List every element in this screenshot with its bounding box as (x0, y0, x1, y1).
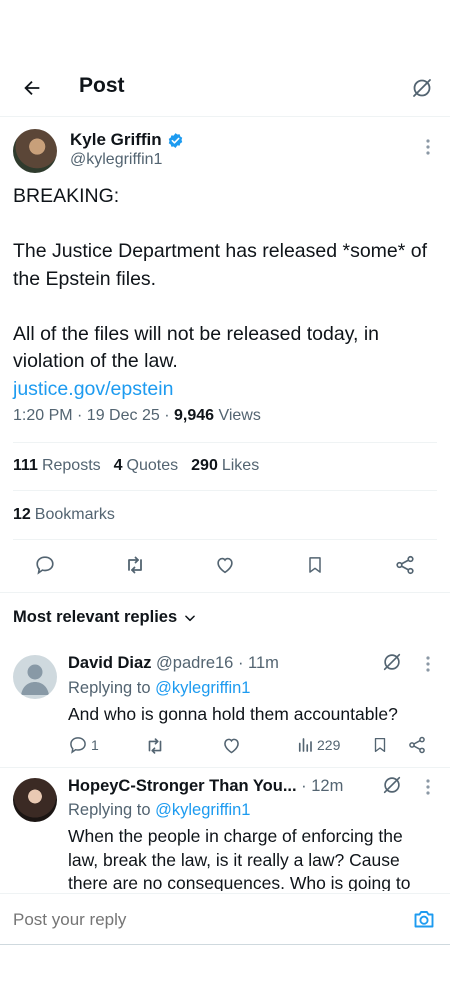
reply-repost-button[interactable] (144, 735, 166, 757)
back-arrow-icon[interactable] (16, 72, 48, 104)
page-title: Post (79, 74, 125, 97)
reply-avatar[interactable] (13, 778, 57, 822)
bookmark-icon (374, 737, 386, 753)
divider (0, 592, 450, 593)
reply-views-count: 229 (317, 737, 341, 753)
reply-reply-button[interactable]: 1 (68, 735, 99, 755)
reply-count: 1 (91, 737, 99, 753)
reply-text: And who is gonna hold them accountable? (68, 704, 398, 724)
camera-icon[interactable] (412, 907, 436, 931)
divider (0, 116, 450, 117)
chevron-down-icon (185, 614, 195, 621)
author-handle[interactable]: @kylegriffin1 (70, 151, 162, 169)
reply-input[interactable] (13, 910, 373, 930)
share-icon[interactable] (392, 552, 418, 578)
reply-views-button[interactable]: 229 (296, 736, 340, 754)
divider (13, 490, 437, 491)
post-actions (0, 552, 450, 580)
author-name[interactable]: Kyle Griffin (70, 130, 184, 150)
reply-author[interactable]: HopeyC-Stronger Than You... · 12m (68, 777, 343, 796)
divider (13, 442, 437, 443)
grok-icon[interactable] (406, 72, 438, 104)
post-line: All of the files will not be released to… (13, 322, 380, 373)
replies-section-title: Most relevant replies (13, 608, 178, 626)
reply-composer (0, 893, 450, 945)
repost-icon[interactable] (122, 552, 148, 578)
share-icon (409, 736, 425, 754)
bookmark-icon[interactable] (302, 552, 328, 578)
post-body: BREAKING: The Justice Department has rel… (13, 183, 433, 403)
author-name-text: Kyle Griffin (70, 130, 162, 149)
reply-timestamp: · 11m (233, 654, 279, 672)
reply-bookmark-button[interactable] (371, 735, 389, 755)
replying-to-handle[interactable]: @kylegriffin1 (155, 679, 250, 697)
post-line: The Justice Department has released *som… (13, 240, 428, 290)
reply-share-button[interactable] (407, 735, 427, 755)
post-line-gap (13, 211, 433, 239)
grok-icon[interactable] (381, 774, 403, 801)
reply-timestamp: · 12m (296, 777, 344, 795)
post-line: BREAKING: (13, 185, 120, 207)
divider (13, 539, 437, 540)
replying-to-handle[interactable]: @kylegriffin1 (155, 801, 250, 819)
default-avatar-icon (21, 664, 49, 695)
post-timestamp[interactable]: 1:20 PM · 19 Dec 25 · (13, 407, 174, 424)
views-chart-icon (298, 738, 312, 752)
post-line-gap (13, 293, 433, 321)
reply-icon (70, 737, 86, 754)
post-link[interactable]: justice.gov/epstein (13, 378, 173, 400)
engagement-stats: 111 Reposts 4 Quotes 290 Likes (13, 457, 259, 475)
reply-icon[interactable] (32, 552, 58, 578)
reply-author[interactable]: David Diaz @padre16 · 11m (68, 654, 279, 673)
verified-badge-icon (168, 132, 182, 148)
grok-icon[interactable] (381, 651, 403, 678)
reposts-stat[interactable]: 111 Reposts (13, 457, 101, 475)
reply-author-name: HopeyC-Stronger Than You... (68, 777, 297, 795)
views-label: Views (214, 407, 261, 424)
repost-icon (148, 738, 162, 754)
bookmarks-stat[interactable]: 12 Bookmarks (13, 506, 115, 524)
reply-avatar[interactable] (13, 655, 57, 699)
replying-to: Replying to @kylegriffin1 (68, 801, 251, 819)
more-options-icon[interactable] (418, 654, 438, 674)
reply-author-handle: @padre16 (156, 654, 234, 672)
replies-sort-dropdown[interactable]: Most relevant replies (13, 608, 197, 627)
divider (0, 767, 450, 768)
views-count: 9,946 (173, 407, 215, 424)
likes-stat[interactable]: 290 Likes (191, 457, 259, 475)
like-heart-icon (224, 738, 239, 754)
more-options-icon[interactable] (418, 777, 438, 797)
more-options-icon[interactable] (418, 137, 438, 157)
replying-to: Replying to @kylegriffin1 (68, 679, 251, 697)
bookmarks-stat-row: 12 Bookmarks (13, 506, 115, 524)
like-heart-icon[interactable] (212, 552, 238, 578)
quotes-stat[interactable]: 4 Quotes (114, 457, 179, 475)
reply-author-name: David Diaz (68, 654, 152, 672)
author-avatar[interactable] (13, 129, 57, 173)
reply-text: When the people in charge of enforcing t… (68, 826, 411, 891)
top-bar: Post (0, 60, 450, 116)
reply-like-button[interactable] (221, 735, 242, 756)
post-meta: 1:20 PM · 19 Dec 25 · 9,946 Views (13, 407, 261, 425)
